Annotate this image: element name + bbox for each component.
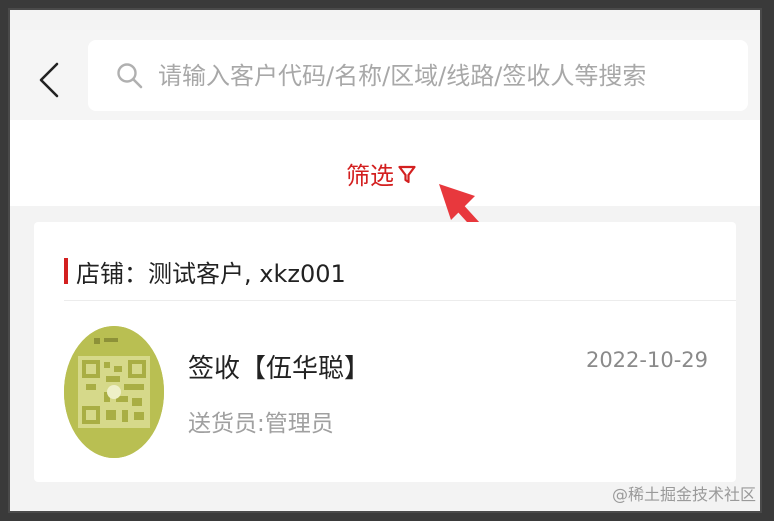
- record-item[interactable]: 签收【伍华聪】 2022-10-29 送货员:管理员: [34, 302, 736, 472]
- record-deliverer: 送货员:管理员: [188, 411, 334, 437]
- qr-code-icon: [64, 326, 164, 458]
- store-marker: [64, 258, 68, 284]
- store-card: 店铺：测试客户, xkz001 签收【伍华聪】 2022-10-29 送货员:管…: [34, 222, 736, 482]
- search-box[interactable]: [88, 40, 748, 111]
- back-button[interactable]: [10, 30, 86, 130]
- filter-bar: 筛选: [10, 120, 760, 206]
- search-icon: [117, 62, 143, 88]
- record-title: 签收【伍华聪】: [188, 354, 371, 384]
- store-header: 店铺：测试客户, xkz001: [64, 244, 736, 301]
- funnel-icon: [398, 165, 416, 183]
- store-label: 店铺：测试客户, xkz001: [76, 260, 346, 288]
- watermark: @稀土掘金技术社区: [611, 485, 756, 504]
- filter-button[interactable]: 筛选: [346, 156, 416, 191]
- search-input[interactable]: [156, 60, 740, 91]
- app-frame: 筛选 店铺：测试客户, xkz001: [8, 8, 762, 513]
- record-date: 2022-10-29: [585, 348, 708, 372]
- chevron-left-icon: [39, 62, 59, 98]
- qr-code-avatar: [64, 326, 164, 458]
- header: [10, 30, 760, 130]
- filter-label: 筛选: [346, 162, 394, 190]
